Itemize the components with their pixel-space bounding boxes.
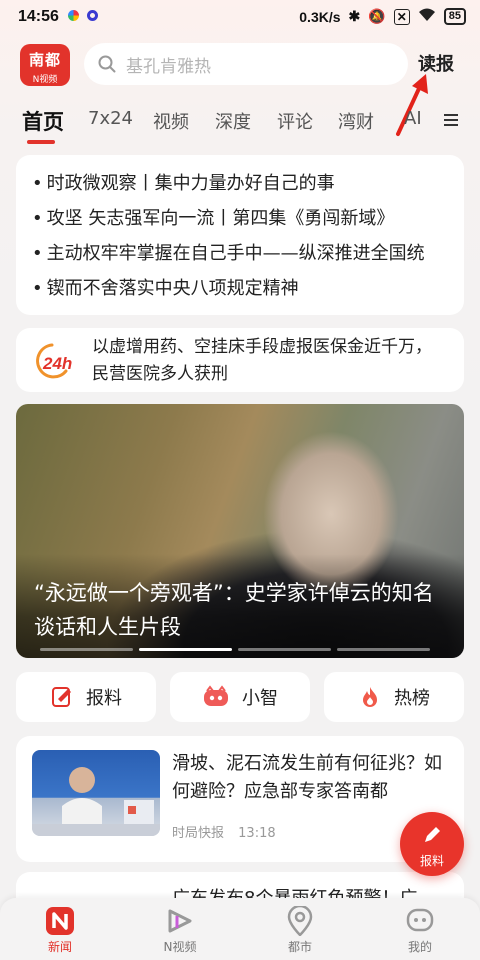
news-24h-text: 以虚增用药、空挂床手段虚报医保金近千万，民营医院多人获刑 xyxy=(92,337,432,384)
hero-carousel[interactable]: “永远做一个旁观者”：史学家许倬云的知名谈话和人生片段 xyxy=(16,404,464,658)
carousel-dot xyxy=(238,648,331,651)
nav-mine-label: 我的 xyxy=(407,940,432,954)
app-notification-icon xyxy=(68,10,79,21)
headlines-card: 时政微观察丨集中力量办好自己的事 攻坚 矢志强军向一流丨第四集《勇闯新域》 主动… xyxy=(16,155,464,315)
nav-city-label: 都市 xyxy=(287,940,312,954)
news-source: 时局快报 xyxy=(172,826,225,841)
24h-icon: 24h xyxy=(36,343,72,379)
logo-subtext: N视频 xyxy=(32,75,58,85)
pencil-icon xyxy=(425,827,440,842)
report-icon xyxy=(52,687,71,707)
headline-item[interactable]: 锲而不舍落实中央八项规定精神 xyxy=(32,274,450,309)
hot-list-button[interactable]: 热榜 xyxy=(324,672,464,722)
assistant-icon xyxy=(204,685,228,706)
assistant-label: 小智 xyxy=(242,688,278,709)
news-thumbnail xyxy=(32,750,160,836)
bottom-navigation: 新闻 N视频 都市 我的 xyxy=(0,898,480,960)
mute-icon: 🔕 xyxy=(368,8,386,24)
tab-7x24[interactable]: 7x24 xyxy=(88,108,133,129)
fire-icon xyxy=(363,687,377,707)
search-input[interactable]: 基孔肯雅热 xyxy=(84,43,408,85)
circle-notification-icon xyxy=(87,10,98,21)
tab-video[interactable]: 视频 xyxy=(153,108,189,134)
news-meta: 时局快报 13:18 xyxy=(172,822,276,841)
news-icon xyxy=(20,904,100,938)
profile-icon xyxy=(380,904,460,938)
news-list-item[interactable]: 滑坡、泥石流发生前有何征兆？如何避险？应急部专家答南都 时局快报 13:18 xyxy=(16,736,464,862)
headline-item[interactable]: 时政微观察丨集中力量办好自己的事 xyxy=(32,169,450,204)
tab-comment[interactable]: 评论 xyxy=(277,108,313,134)
hero-title: “永远做一个旁观者”：史学家许倬云的知名谈话和人生片段 xyxy=(34,581,434,639)
location-icon xyxy=(260,904,340,938)
battery-icon: 85 xyxy=(443,8,466,25)
nav-city[interactable]: 都市 xyxy=(260,904,340,955)
notification-icons xyxy=(68,10,98,21)
channel-tabs: 首页 7x24 视频 深度 评论 湾财 AI xyxy=(0,100,480,144)
report-fab-button[interactable]: 报料 xyxy=(400,812,464,876)
tab-depth[interactable]: 深度 xyxy=(215,108,251,134)
tab-bay-finance[interactable]: 湾财 xyxy=(338,108,374,134)
carousel-dot xyxy=(40,648,133,651)
wifi-icon xyxy=(418,8,436,25)
report-label: 报料 xyxy=(86,688,122,709)
tab-home[interactable]: 首页 xyxy=(22,106,64,136)
status-bar: 14:56 0.3K/s ✱ 🔕 ✕ 85 xyxy=(0,0,480,36)
n-video-icon xyxy=(140,904,220,938)
carousel-dot xyxy=(337,648,430,651)
headline-item[interactable]: 攻坚 矢志强军向一流丨第四集《勇闯新域》 xyxy=(32,204,450,239)
bluetooth-icon: ✱ xyxy=(348,8,361,24)
news-24h-card[interactable]: 24h 以虚增用药、空挂床手段虚报医保金近千万，民营医院多人获刑 xyxy=(16,328,464,392)
nav-news[interactable]: 新闻 xyxy=(20,904,100,955)
status-time: 14:56 xyxy=(18,8,59,25)
menu-icon[interactable] xyxy=(444,112,460,128)
search-icon xyxy=(98,55,116,73)
network-speed: 0.3K/s xyxy=(299,8,341,25)
news-title: 滑坡、泥石流发生前有何征兆？如何避险？应急部专家答南都 xyxy=(172,753,442,802)
nav-n-video[interactable]: N视频 xyxy=(140,904,220,955)
24h-badge-text: 24h xyxy=(42,354,72,373)
status-right: 0.3K/s ✱ 🔕 ✕ 85 xyxy=(299,8,466,25)
news-thumbnail-figure xyxy=(32,767,160,836)
carousel-indicator xyxy=(40,648,430,651)
sim-icon: ✕ xyxy=(393,8,410,25)
tab-ai[interactable]: AI xyxy=(404,108,422,129)
nav-n-video-label: N视频 xyxy=(163,940,197,954)
nav-mine[interactable]: 我的 xyxy=(380,904,460,955)
report-button[interactable]: 报料 xyxy=(16,672,156,722)
app-logo[interactable]: 南都 N视频 xyxy=(20,44,70,86)
nav-news-label: 新闻 xyxy=(47,940,72,954)
fab-label: 报料 xyxy=(419,854,444,868)
news-time: 13:18 xyxy=(238,826,276,841)
carousel-dot-active xyxy=(139,648,232,651)
logo-text: 南都 xyxy=(28,51,61,69)
hot-list-label: 热榜 xyxy=(394,688,430,709)
search-placeholder: 基孔肯雅热 xyxy=(126,56,211,77)
assistant-button[interactable]: 小智 xyxy=(170,672,310,722)
headline-item[interactable]: 主动权牢牢掌握在自己手中——纵深推进全国统 xyxy=(32,239,450,274)
active-tab-indicator xyxy=(27,140,55,144)
